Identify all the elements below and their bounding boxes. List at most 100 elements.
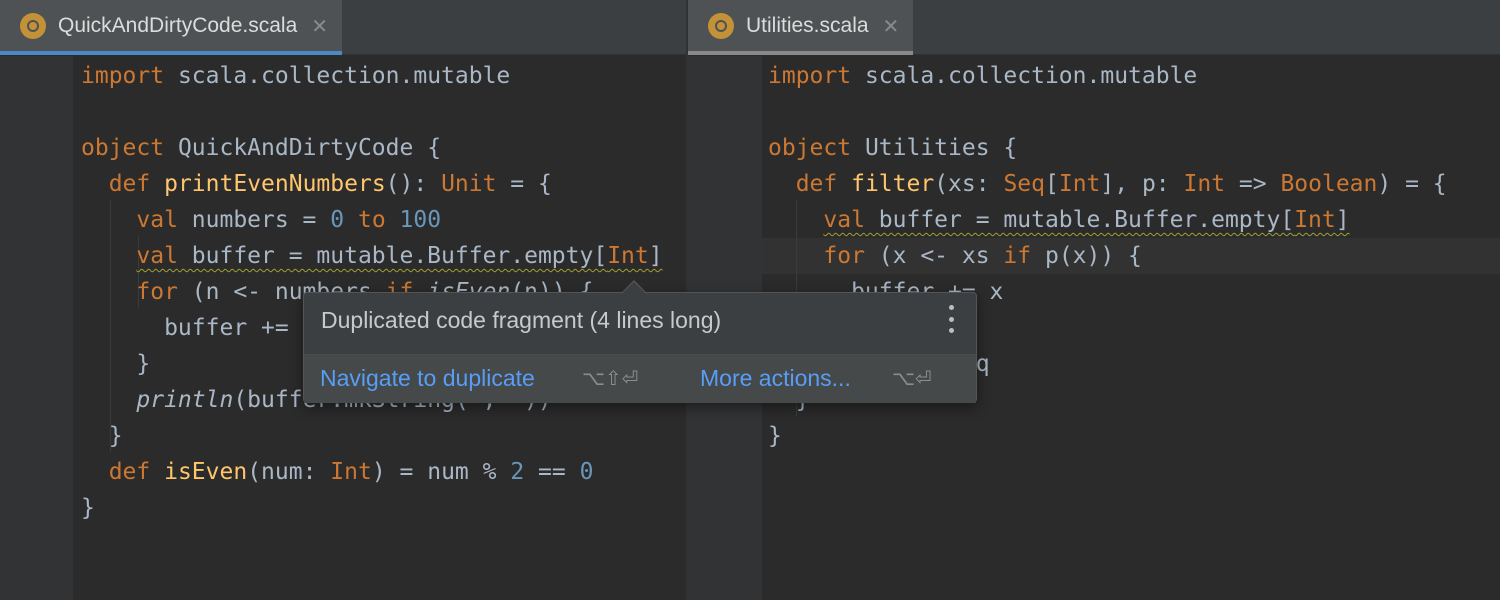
code-token: import <box>768 63 852 89</box>
code-token: Int <box>1294 207 1336 233</box>
code-token: QuickAndDirtyCode { <box>164 135 442 161</box>
code-token: 0 <box>330 207 345 233</box>
code-token: } <box>81 351 151 377</box>
tab-quickanddirtycode[interactable]: QuickAndDirtyCode.scala ✕ <box>0 0 343 55</box>
code-token: ], p: <box>1100 171 1184 197</box>
scala-object-icon <box>708 12 734 39</box>
code-line[interactable]: def printEvenNumbers(): Unit = { <box>81 166 663 202</box>
code-line[interactable]: import scala.collection.mutable <box>81 58 663 94</box>
code-token: printEvenNumbers <box>164 171 386 197</box>
code-token: object <box>768 135 852 161</box>
code-token: buffer = mutable.Buffer.empty[ <box>177 243 608 269</box>
gutter <box>0 56 73 600</box>
code-line[interactable]: val numbers = 0 to 100 <box>81 202 663 238</box>
code-token: import <box>81 63 165 89</box>
code-token: p(x)) { <box>1031 243 1142 269</box>
code-token: ] <box>648 243 663 269</box>
close-icon[interactable]: ✕ <box>883 14 900 38</box>
tab-label: Utilities.scala <box>746 13 869 37</box>
popup-actions: Navigate to duplicate ⌥⇧⏎ More actions..… <box>304 354 976 403</box>
editor-tab-bar: QuickAndDirtyCode.scala ✕ <box>0 0 686 55</box>
duplicate-code-popup: Duplicated code fragment (4 lines long) … <box>303 292 977 403</box>
code-line[interactable]: val buffer = mutable.Buffer.empty[Int] <box>81 238 663 274</box>
code-token: scala.collection.mutable <box>164 63 511 89</box>
code-token: } <box>768 423 782 449</box>
code-token: 2 <box>510 459 525 485</box>
code-token: to <box>357 207 386 233</box>
code-token: = { <box>496 171 552 197</box>
more-vertical-icon[interactable] <box>948 305 954 333</box>
code-token: filter <box>851 171 935 197</box>
code-token: def <box>108 459 151 485</box>
editor-tab-bar: Utilities.scala ✕ <box>688 0 1500 55</box>
code-line[interactable] <box>768 94 1447 130</box>
code-token: == <box>524 459 580 485</box>
navigate-shortcut: ⌥⇧⏎ <box>582 366 639 390</box>
code-token: scala.collection.mutable <box>851 63 1198 89</box>
code-token: Utilities { <box>851 135 1018 161</box>
more-actions-shortcut: ⌥⏎ <box>892 366 932 390</box>
code-token: Int <box>330 459 372 485</box>
code-line[interactable]: def filter(xs: Seq[Int], p: Int => Boole… <box>768 166 1447 202</box>
code-line[interactable]: object QuickAndDirtyCode { <box>81 130 663 166</box>
code-token: ) = { <box>1377 171 1447 197</box>
code-token: println <box>136 387 234 413</box>
code-token: ] <box>1335 207 1350 233</box>
code-token: buffer += n <box>81 315 317 341</box>
code-token: (xs: <box>934 171 1004 197</box>
close-icon[interactable]: ✕ <box>311 14 328 38</box>
code-line[interactable]: val buffer = mutable.Buffer.empty[Int] <box>768 202 1447 238</box>
code-token: [ <box>1045 171 1059 197</box>
tab-label: QuickAndDirtyCode.scala <box>58 13 298 37</box>
code-token: (x <- xs <box>864 243 1004 269</box>
code-token: if <box>1003 243 1032 269</box>
code-token: for <box>823 243 865 269</box>
code-line[interactable]: import scala.collection.mutable <box>768 58 1447 94</box>
code-line[interactable]: } <box>768 418 1447 454</box>
code-token: def <box>795 171 838 197</box>
code-token: 0 <box>579 459 594 485</box>
code-token: Seq <box>1003 171 1045 197</box>
code-token: Boolean <box>1280 171 1378 197</box>
scala-object-icon <box>20 12 46 39</box>
code-token: => <box>1225 171 1281 197</box>
popup-title: Duplicated code fragment (4 lines long) <box>321 307 722 333</box>
code-token: object <box>81 135 165 161</box>
code-token: val <box>136 207 178 233</box>
code-token: 100 <box>399 207 442 233</box>
code-token: Int <box>1183 171 1226 197</box>
tab-utilities[interactable]: Utilities.scala ✕ <box>688 0 914 55</box>
code-line[interactable] <box>81 94 663 130</box>
code-line[interactable]: } <box>81 418 663 454</box>
code-token: val <box>136 243 178 269</box>
code-token: def <box>108 171 151 197</box>
code-token: ) = num % <box>371 459 511 485</box>
code-token: Unit <box>441 171 497 197</box>
more-actions-link[interactable]: More actions... <box>700 365 851 392</box>
code-line[interactable]: } <box>81 490 663 526</box>
code-token: buffer = mutable.Buffer.empty[ <box>864 207 1295 233</box>
code-token: Int <box>1058 171 1101 197</box>
code-token: for <box>136 279 178 305</box>
code-token: } <box>81 423 123 449</box>
code-line[interactable]: for (x <- xs if p(x)) { <box>768 238 1447 274</box>
navigate-to-duplicate-link[interactable]: Navigate to duplicate <box>320 365 535 392</box>
code-token: isEven <box>164 459 248 485</box>
code-token: (): <box>385 171 442 197</box>
code-token: } <box>81 495 95 521</box>
code-line[interactable]: object Utilities { <box>768 130 1447 166</box>
code-line[interactable]: def isEven(num: Int) = num % 2 == 0 <box>81 454 663 490</box>
code-token: Int <box>607 243 649 269</box>
